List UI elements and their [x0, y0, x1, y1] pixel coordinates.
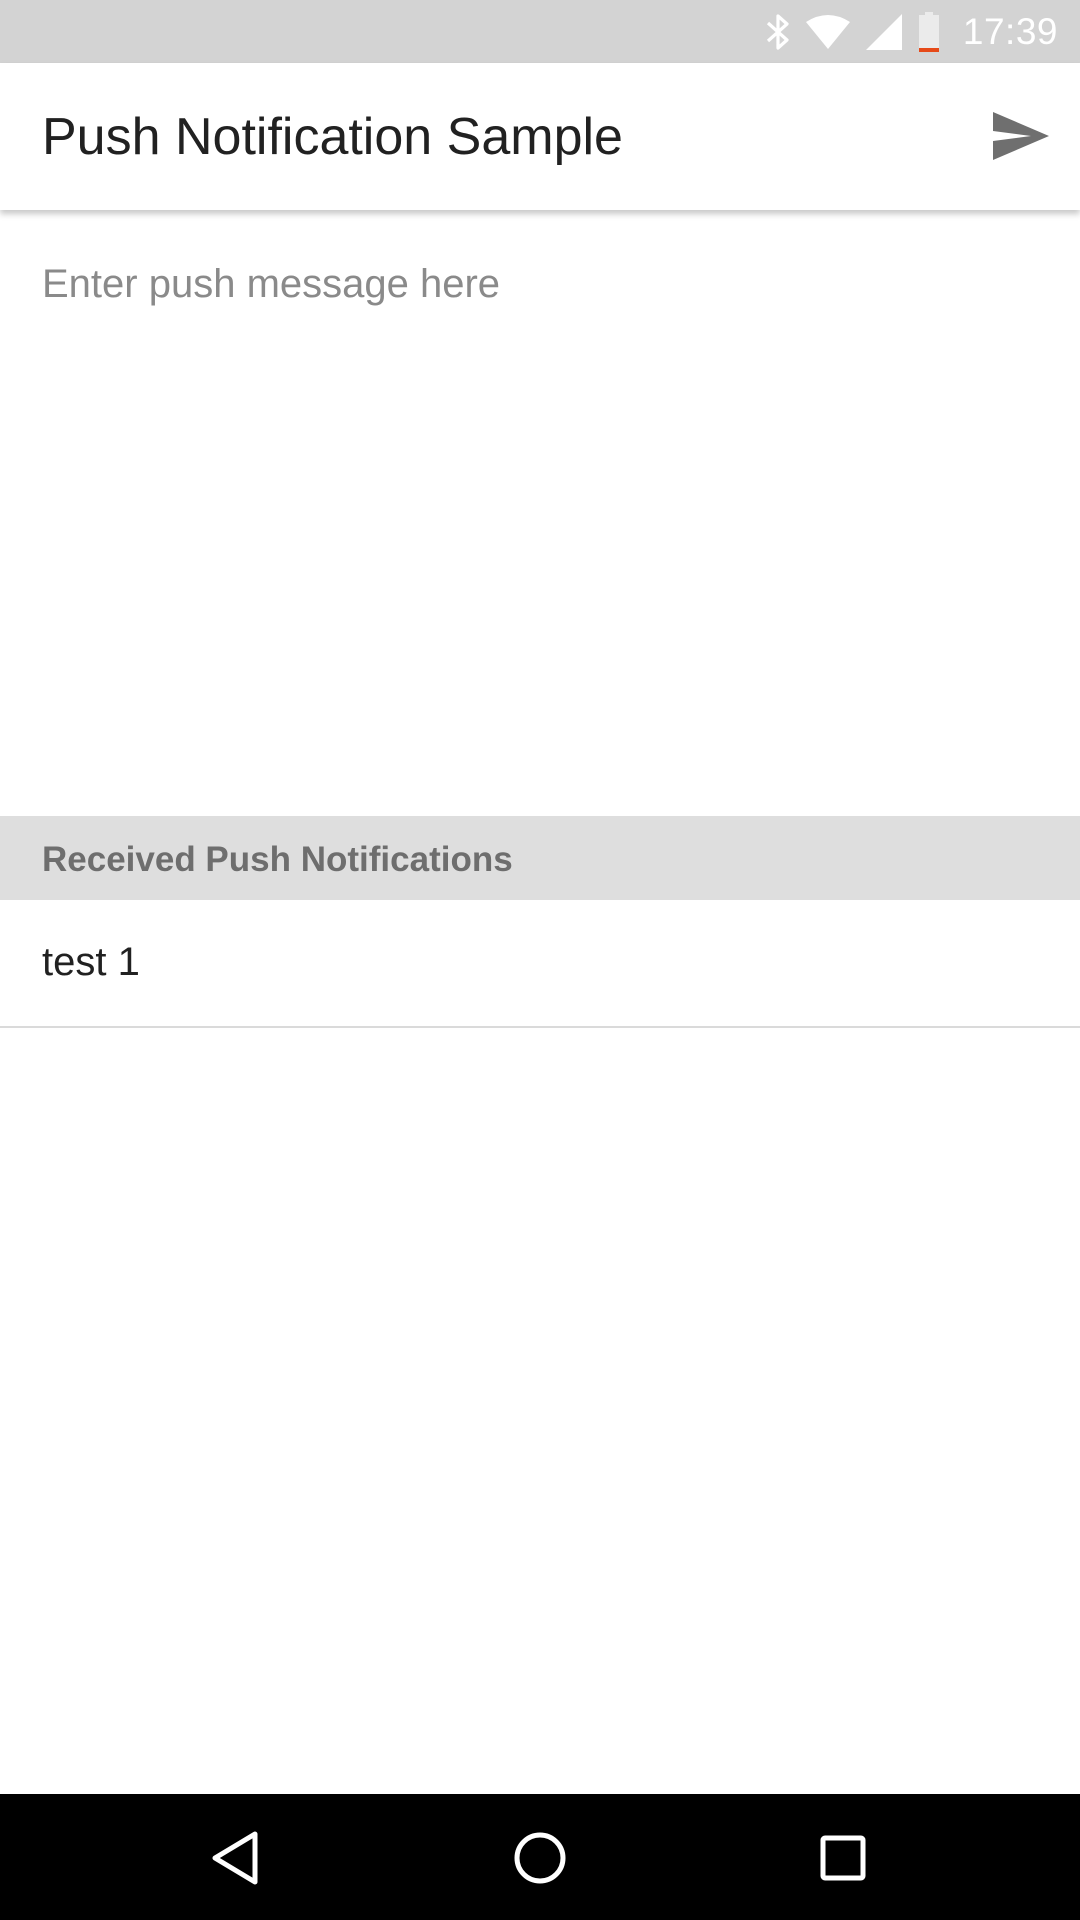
status-icons: 17:39	[765, 0, 1058, 63]
notification-list: test 1	[0, 900, 1080, 1028]
page-title: Push Notification Sample	[42, 108, 623, 166]
back-button[interactable]	[199, 1822, 271, 1894]
list-item[interactable]: test 1	[0, 900, 1080, 1028]
battery-low-icon	[918, 11, 939, 52]
received-notifications-header: Received Push Notifications	[0, 816, 1080, 900]
app-bar: Push Notification Sample	[0, 63, 1080, 210]
send-icon	[993, 112, 1049, 160]
push-message-input[interactable]	[42, 260, 1038, 780]
section-header-label: Received Push Notifications	[42, 840, 513, 879]
nav-bar	[0, 1794, 1080, 1920]
bluetooth-icon	[766, 13, 789, 50]
home-button[interactable]	[504, 1822, 576, 1894]
recents-button[interactable]	[807, 1822, 879, 1894]
status-bar: 17:39	[0, 0, 1080, 63]
cell-signal-icon	[865, 13, 902, 50]
status-time: 17:39	[962, 10, 1058, 52]
message-area	[0, 210, 1080, 816]
back-icon	[212, 1831, 258, 1885]
battery-alert-level	[918, 47, 939, 52]
send-button[interactable]	[986, 101, 1056, 171]
home-icon	[514, 1832, 566, 1884]
wifi-icon	[805, 14, 850, 49]
list-item-text: test 1	[42, 940, 140, 984]
recents-icon	[820, 1835, 866, 1881]
